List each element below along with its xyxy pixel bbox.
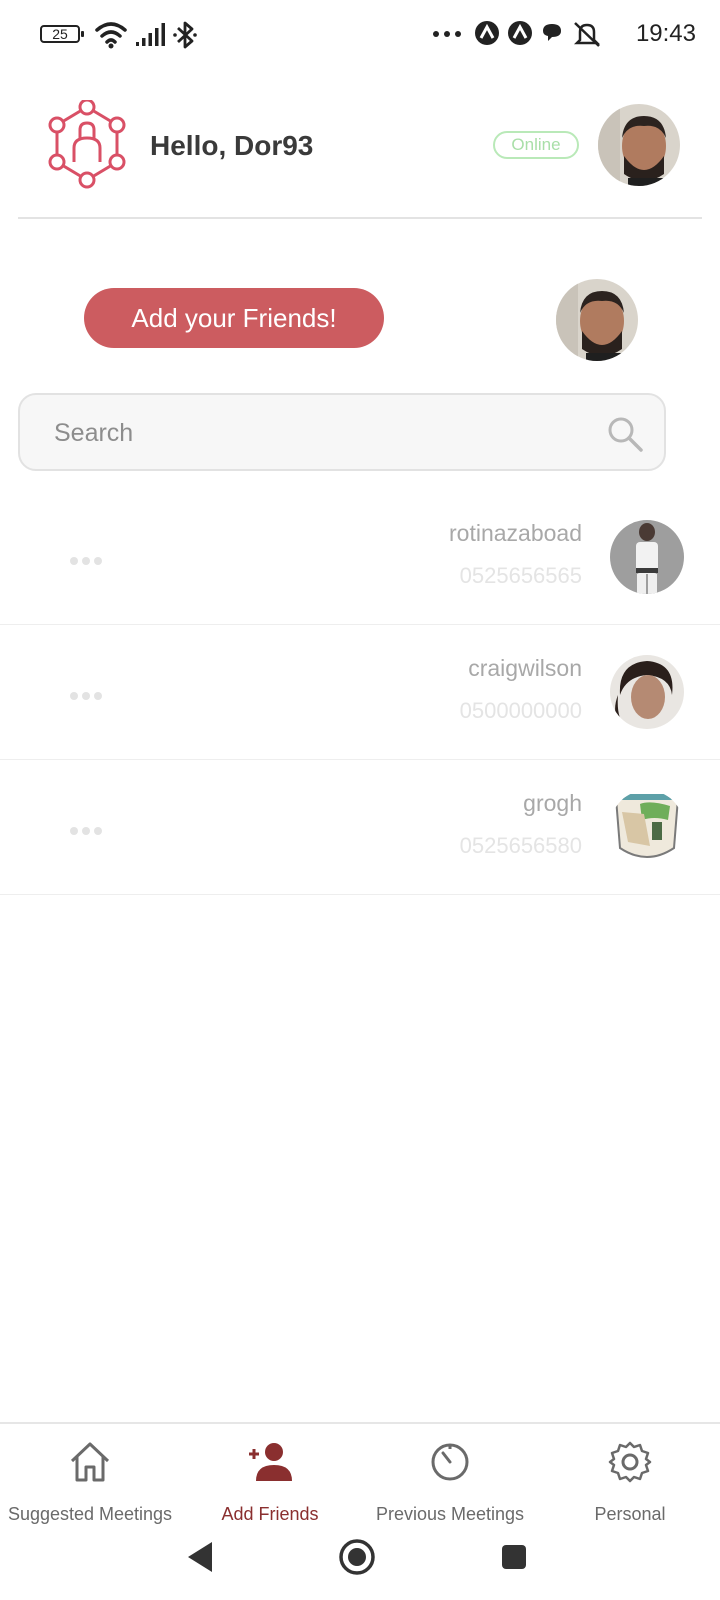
greeting: Hello, Dor93 <box>150 130 314 161</box>
app-a2-icon <box>508 21 532 45</box>
status-bar: 25 19:43 <box>0 0 720 70</box>
timer-icon <box>431 1443 469 1481</box>
nav-label: Suggested Meetings <box>7 1504 173 1524</box>
gear-icon <box>608 1441 652 1483</box>
bottom-navigation: Suggested Meetings Add Friends Previous … <box>0 1422 720 1526</box>
home-circle-icon[interactable] <box>338 1538 376 1576</box>
app-a-icon <box>475 21 499 45</box>
badge-picture-icon <box>610 790 684 864</box>
signal-icon <box>136 23 165 46</box>
friend-phone: 0500000000 <box>459 698 582 723</box>
friend-name: rotinazaboad <box>449 520 582 546</box>
clock: 19:43 <box>635 20 696 47</box>
search-icon[interactable] <box>606 415 644 453</box>
bluetooth-icon <box>173 21 197 49</box>
list-item[interactable]: rotinazaboad 0525656565 <box>0 490 720 625</box>
search-box[interactable]: Search <box>18 393 666 471</box>
nav-label: Add Friends <box>221 1504 319 1524</box>
friend-phone: 0525656580 <box>459 833 582 858</box>
list-item[interactable]: grogh 0525656580 <box>0 760 720 895</box>
friend-avatar <box>610 655 684 729</box>
person-photo-icon <box>610 655 684 729</box>
more-icon <box>433 31 461 37</box>
chat-icon <box>543 24 561 41</box>
more-options-icon[interactable] <box>70 552 106 565</box>
back-icon[interactable] <box>186 1540 216 1574</box>
friend-phone: 0525656565 <box>459 563 582 588</box>
friend-name: grogh <box>523 790 582 816</box>
battery-indicator: 25 <box>40 25 84 43</box>
avatar[interactable] <box>598 104 680 186</box>
search-input[interactable]: Search <box>54 419 133 448</box>
nav-suggested-meetings[interactable]: Suggested Meetings <box>0 1424 180 1526</box>
friend-avatar <box>610 520 684 594</box>
home-icon <box>70 1442 110 1482</box>
add-friends-button[interactable]: Add your Friends! <box>84 288 384 348</box>
status-badge: Online <box>493 131 579 159</box>
person-photo-icon <box>610 520 684 594</box>
user-photo-icon <box>598 104 680 186</box>
network-person-icon <box>48 100 126 189</box>
friend-name: craigwilson <box>468 655 582 681</box>
avatar-secondary[interactable] <box>556 279 638 361</box>
list-item[interactable]: craigwilson 0500000000 <box>0 625 720 760</box>
nav-add-friends[interactable]: Add Friends <box>180 1424 360 1526</box>
silent-icon <box>573 22 601 47</box>
more-options-icon[interactable] <box>70 822 106 835</box>
nav-label: Personal <box>594 1504 666 1524</box>
add-person-icon <box>249 1443 292 1481</box>
wifi-icon <box>95 22 127 49</box>
header-divider <box>18 217 702 219</box>
friend-avatar <box>610 790 684 864</box>
nav-personal[interactable]: Personal <box>540 1424 720 1526</box>
system-navigation-bar <box>0 1528 720 1600</box>
nav-previous-meetings[interactable]: Previous Meetings <box>360 1424 540 1526</box>
more-options-icon[interactable] <box>70 687 106 700</box>
recents-icon[interactable] <box>500 1543 528 1571</box>
user-photo-icon <box>556 279 638 361</box>
nav-label: Previous Meetings <box>375 1504 525 1524</box>
